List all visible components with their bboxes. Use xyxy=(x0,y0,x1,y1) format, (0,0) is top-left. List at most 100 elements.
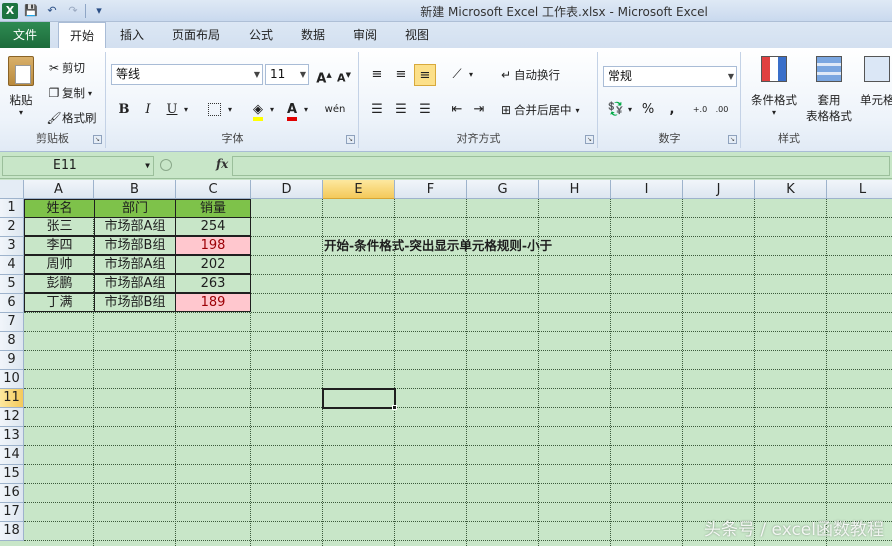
row-header-16[interactable]: 16 xyxy=(0,484,24,503)
cut-button[interactable]: ✂ 剪切 xyxy=(46,60,85,76)
increase-indent-button[interactable]: ⇥ xyxy=(468,99,490,121)
clipboard-launcher-icon[interactable]: ↘ xyxy=(93,135,102,144)
orientation-button[interactable]: ⟋ xyxy=(446,64,468,86)
underline-button[interactable]: U xyxy=(161,99,183,121)
align-left-button[interactable]: ☰ xyxy=(366,99,388,121)
format-painter-button[interactable]: 🖌 格式刷 xyxy=(46,110,96,126)
paste-button[interactable]: 粘贴 ▾ xyxy=(4,56,38,117)
merge-center-button[interactable]: ⊞ 合并后居中 ▾ xyxy=(498,102,580,118)
row-header-14[interactable]: 14 xyxy=(0,446,24,465)
number-format-select[interactable]: 常规 ▼ xyxy=(603,66,737,87)
row-header-3[interactable]: 3 xyxy=(0,237,24,256)
row-header-10[interactable]: 10 xyxy=(0,370,24,389)
border-dropdown-icon[interactable]: ▾ xyxy=(225,99,235,121)
decrease-indent-button[interactable]: ⇤ xyxy=(446,99,468,121)
cell-a4[interactable]: 周帅 xyxy=(24,255,95,274)
active-cell-e11[interactable] xyxy=(322,388,396,409)
align-center-button[interactable]: ☰ xyxy=(390,99,412,121)
italic-button[interactable]: I xyxy=(137,99,159,121)
row-header-17[interactable]: 17 xyxy=(0,503,24,522)
row-header-12[interactable]: 12 xyxy=(0,408,24,427)
format-as-table-button[interactable]: 套用 表格格式 xyxy=(800,56,858,124)
name-box[interactable]: E11 ▼ xyxy=(2,156,154,176)
row-header-8[interactable]: 8 xyxy=(0,332,24,351)
cell-c2[interactable]: 254 xyxy=(175,217,251,236)
number-launcher-icon[interactable]: ↘ xyxy=(728,135,737,144)
column-header-j[interactable]: J xyxy=(683,180,755,199)
row-header-11[interactable]: 11 xyxy=(0,389,24,408)
row-header-9[interactable]: 9 xyxy=(0,351,24,370)
column-header-c[interactable]: C xyxy=(176,180,251,199)
decrease-decimal-button[interactable]: .00 xyxy=(711,99,733,121)
font-size-select[interactable]: 11 ▼ xyxy=(265,64,309,85)
row-header-7[interactable]: 7 xyxy=(0,313,24,332)
select-all-corner[interactable] xyxy=(0,180,24,199)
formula-input[interactable] xyxy=(232,156,890,176)
conditional-formatting-button[interactable]: 条件格式 ▾ xyxy=(746,56,802,117)
cell-c6[interactable]: 189 xyxy=(175,293,251,312)
cell-b2[interactable]: 市场部A组 xyxy=(94,217,176,236)
cell-e3-note[interactable]: 开始-条件格式-突出显示单元格规则-小于 xyxy=(322,237,622,256)
cell-b1[interactable]: 部门 xyxy=(94,199,176,218)
bold-button[interactable]: B xyxy=(113,99,135,121)
row-header-4[interactable]: 4 xyxy=(0,256,24,275)
cell-b3[interactable]: 市场部B组 xyxy=(94,236,176,255)
orientation-dropdown-icon[interactable]: ▾ xyxy=(466,64,476,86)
cell-b6[interactable]: 市场部B组 xyxy=(94,293,176,312)
cell-b5[interactable]: 市场部A组 xyxy=(94,274,176,293)
underline-dropdown-icon[interactable]: ▾ xyxy=(181,99,191,121)
tab-file[interactable]: 文件 xyxy=(0,22,50,48)
insert-function-icon[interactable]: fx xyxy=(216,157,228,171)
align-bottom-button[interactable]: ≡ xyxy=(414,64,436,86)
align-top-button[interactable]: ≡ xyxy=(366,64,388,86)
cell-a1[interactable]: 姓名 xyxy=(24,199,95,218)
fill-handle[interactable] xyxy=(392,405,397,410)
align-middle-button[interactable]: ≡ xyxy=(390,64,412,86)
font-color-button[interactable]: A xyxy=(281,99,303,121)
row-header-5[interactable]: 5 xyxy=(0,275,24,294)
column-header-e[interactable]: E xyxy=(323,180,395,199)
row-header-6[interactable]: 6 xyxy=(0,294,24,313)
column-header-b[interactable]: B xyxy=(94,180,176,199)
column-header-d[interactable]: D xyxy=(251,180,323,199)
cell-b4[interactable]: 市场部A组 xyxy=(94,255,176,274)
font-name-select[interactable]: 等线 ▼ xyxy=(111,64,263,85)
cell-c1[interactable]: 销量 xyxy=(175,199,251,218)
column-header-a[interactable]: A xyxy=(24,180,94,199)
cell-area[interactable]: 姓名 部门 销量 张三 市场部A组 254 李四 市场部B组 198 周帅 市场… xyxy=(24,199,892,546)
font-color-dropdown-icon[interactable]: ▾ xyxy=(301,99,311,121)
copy-button[interactable]: ❐ 复制 ▾ xyxy=(46,85,92,101)
tab-review[interactable]: 审阅 xyxy=(342,22,388,48)
currency-button[interactable]: 💱 xyxy=(605,99,627,121)
wrap-text-button[interactable]: ↵ 自动换行 xyxy=(498,67,560,83)
cell-a2[interactable]: 张三 xyxy=(24,217,95,236)
column-header-l[interactable]: L xyxy=(827,180,892,199)
row-header-1[interactable]: 1 xyxy=(0,199,24,218)
cell-a5[interactable]: 彭鹏 xyxy=(24,274,95,293)
percent-button[interactable]: % xyxy=(637,99,659,121)
column-header-i[interactable]: I xyxy=(611,180,683,199)
alignment-launcher-icon[interactable]: ↘ xyxy=(585,135,594,144)
fill-color-button[interactable]: ◈ xyxy=(247,99,269,121)
cell-a6[interactable]: 丁满 xyxy=(24,293,95,312)
row-header-15[interactable]: 15 xyxy=(0,465,24,484)
row-header-2[interactable]: 2 xyxy=(0,218,24,237)
fill-color-dropdown-icon[interactable]: ▾ xyxy=(267,99,277,121)
tab-data[interactable]: 数据 xyxy=(290,22,336,48)
phonetic-guide-button[interactable]: wén xyxy=(321,99,349,121)
tab-view[interactable]: 视图 xyxy=(394,22,440,48)
shrink-font-button[interactable]: A▼ xyxy=(333,64,355,86)
increase-decimal-button[interactable]: +.0 xyxy=(689,99,711,121)
cell-styles-button[interactable]: 单元格 xyxy=(860,56,892,108)
cell-a3[interactable]: 李四 xyxy=(24,236,95,255)
row-header-13[interactable]: 13 xyxy=(0,427,24,446)
column-header-f[interactable]: F xyxy=(395,180,467,199)
align-right-button[interactable]: ☰ xyxy=(414,99,436,121)
border-button[interactable] xyxy=(203,99,225,121)
font-launcher-icon[interactable]: ↘ xyxy=(346,135,355,144)
currency-dropdown-icon[interactable]: ▾ xyxy=(625,99,635,121)
column-header-k[interactable]: K xyxy=(755,180,827,199)
tab-formulas[interactable]: 公式 xyxy=(238,22,284,48)
cell-c5[interactable]: 263 xyxy=(175,274,251,293)
tab-insert[interactable]: 插入 xyxy=(108,22,156,48)
